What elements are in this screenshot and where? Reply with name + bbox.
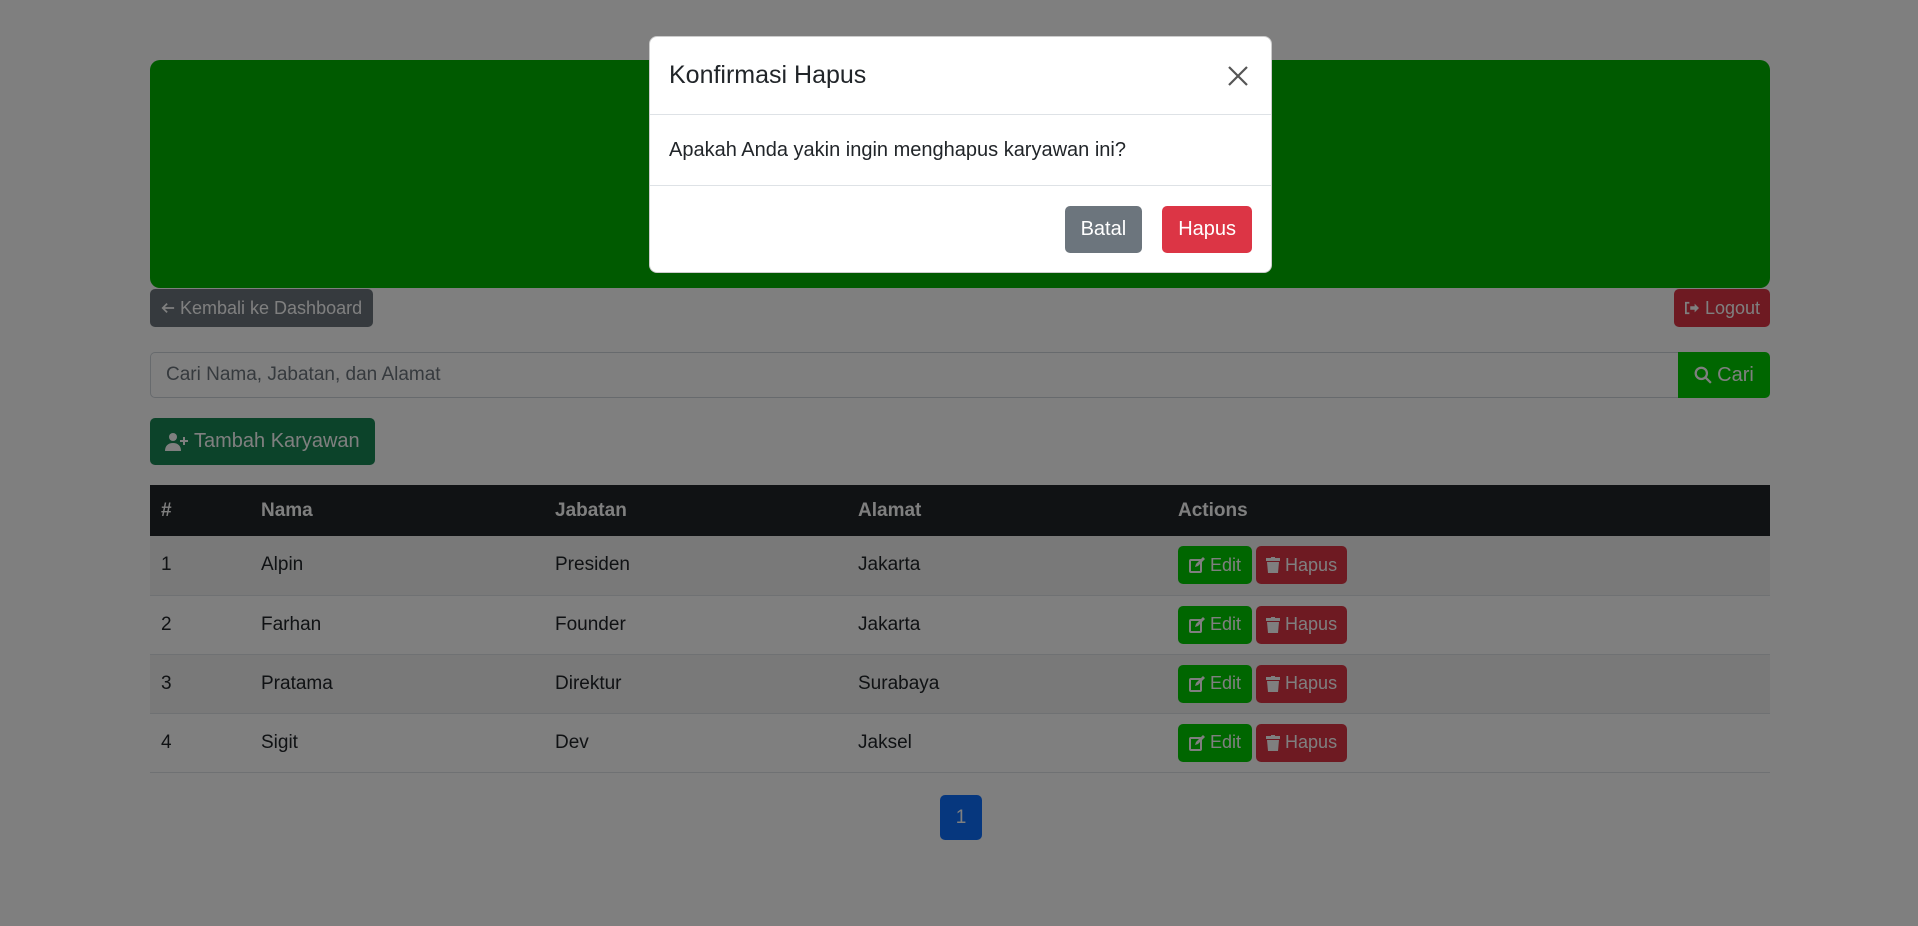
cancel-button[interactable]: Batal — [1064, 205, 1143, 253]
confirm-delete-button[interactable]: Hapus — [1162, 205, 1252, 253]
modal-footer: Batal Hapus — [650, 186, 1271, 272]
modal-header: Konfirmasi Hapus — [650, 37, 1271, 115]
modal-body: Apakah Anda yakin ingin menghapus karyaw… — [650, 115, 1271, 186]
delete-confirmation-modal: Konfirmasi Hapus Apakah Anda yakin ingin… — [649, 36, 1272, 273]
modal-message: Apakah Anda yakin ingin menghapus karyaw… — [669, 138, 1126, 161]
modal-title: Konfirmasi Hapus — [669, 61, 867, 89]
close-icon[interactable] — [1224, 62, 1252, 90]
